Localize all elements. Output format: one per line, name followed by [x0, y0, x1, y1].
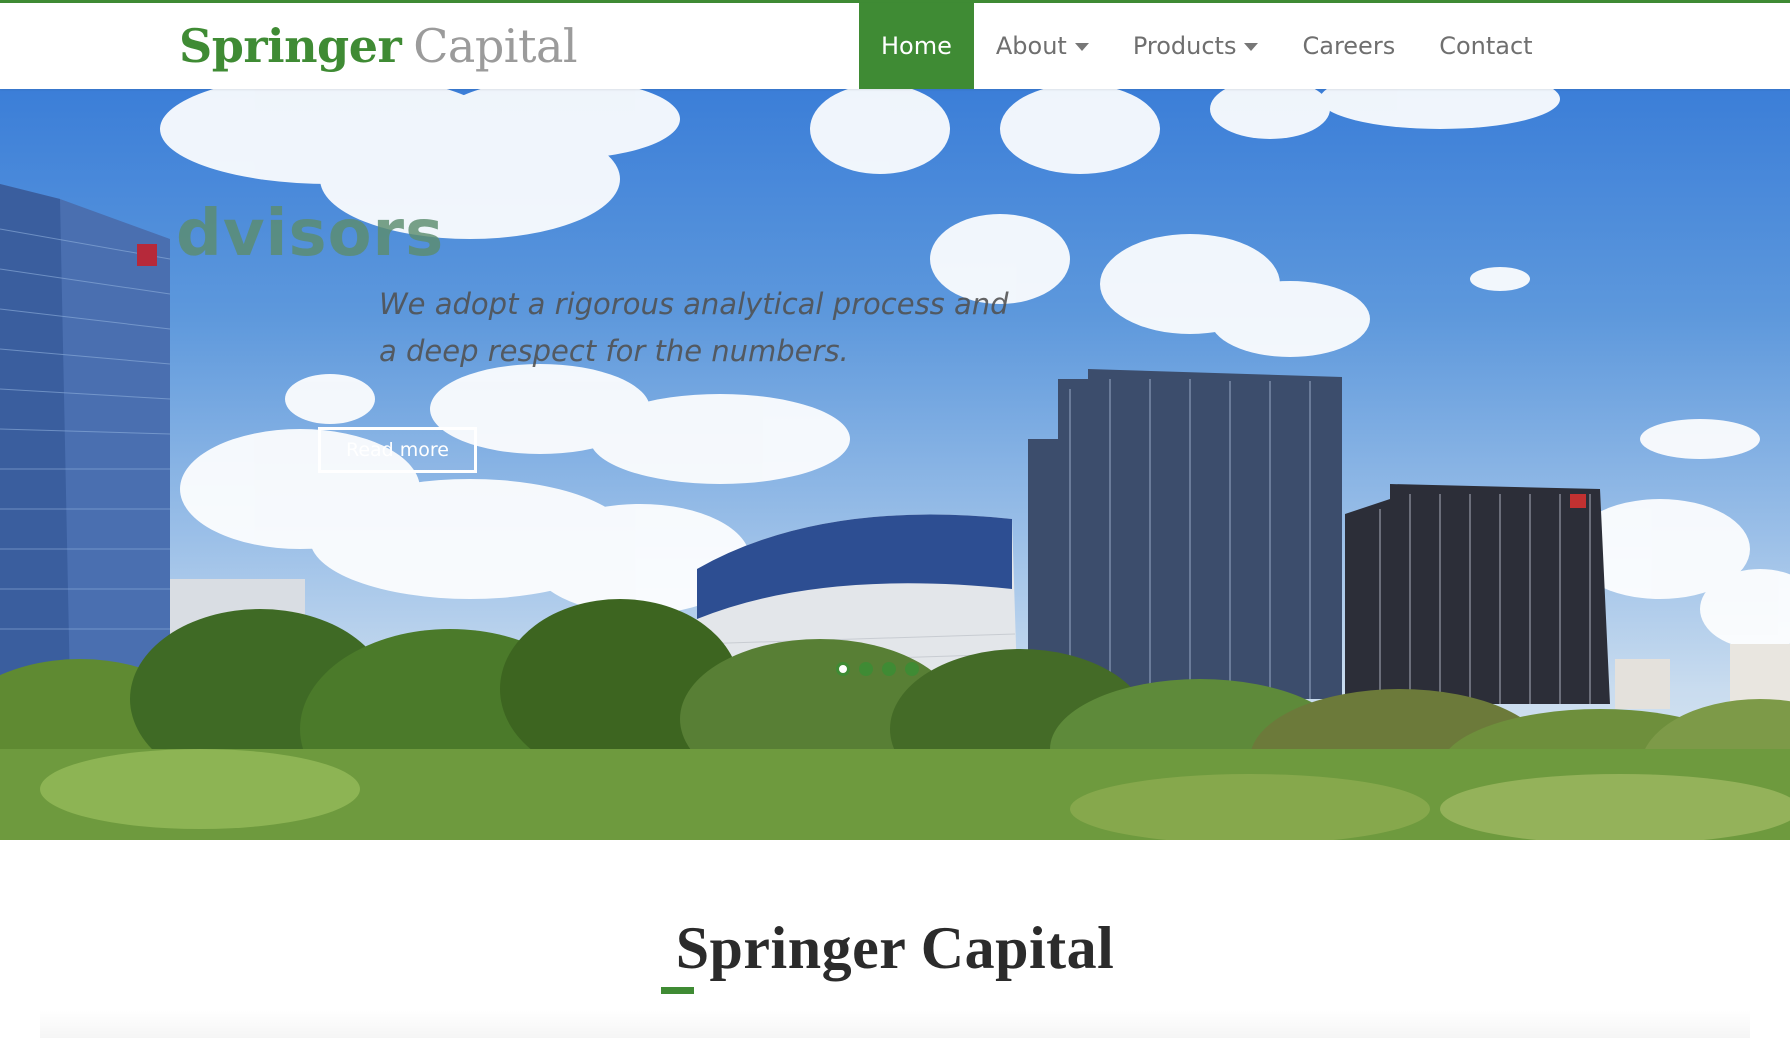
carousel-indicators [836, 662, 919, 676]
nav-label-products: Products [1132, 32, 1237, 60]
nav-item-about[interactable]: About [974, 3, 1111, 89]
section-card-shadow [40, 1010, 1750, 1038]
carousel-dot-3[interactable] [882, 662, 896, 676]
caret-down-icon [1074, 43, 1089, 51]
hero-carousel: dvisors We adopt a rigorous analytical p… [0, 89, 1790, 840]
nav-item-products[interactable]: Products [1111, 3, 1281, 89]
caret-down-icon [1244, 43, 1259, 51]
nav-item-home[interactable]: Home [859, 3, 974, 89]
nav-label-about: About [995, 32, 1067, 60]
nav-label-careers: Careers [1302, 32, 1396, 60]
nav-label-contact: Contact [1439, 32, 1533, 60]
site-header: Springer Capital Home About Products Care… [0, 3, 1790, 89]
hero-slide-heading: dvisors [176, 197, 445, 271]
carousel-dot-2[interactable] [859, 662, 873, 676]
hero-slide-caption: We adopt a rigorous analytical process a… [379, 287, 1009, 368]
section-title: Springer Capital [675, 915, 1115, 981]
site-logo[interactable]: Springer Capital [179, 15, 578, 77]
section-title-underline [661, 987, 694, 994]
read-more-button[interactable]: Read more [318, 427, 477, 473]
nav-item-contact[interactable]: Contact [1417, 3, 1554, 89]
nav-item-careers[interactable]: Careers [1280, 3, 1417, 89]
nav-label-home: Home [881, 32, 952, 60]
logo-word-capital: Capital [413, 19, 578, 73]
carousel-dot-1[interactable] [836, 662, 850, 676]
carousel-dot-4[interactable] [905, 662, 919, 676]
logo-word-springer: Springer [179, 19, 402, 73]
main-nav: Home About Products Careers Contact [859, 3, 1555, 89]
